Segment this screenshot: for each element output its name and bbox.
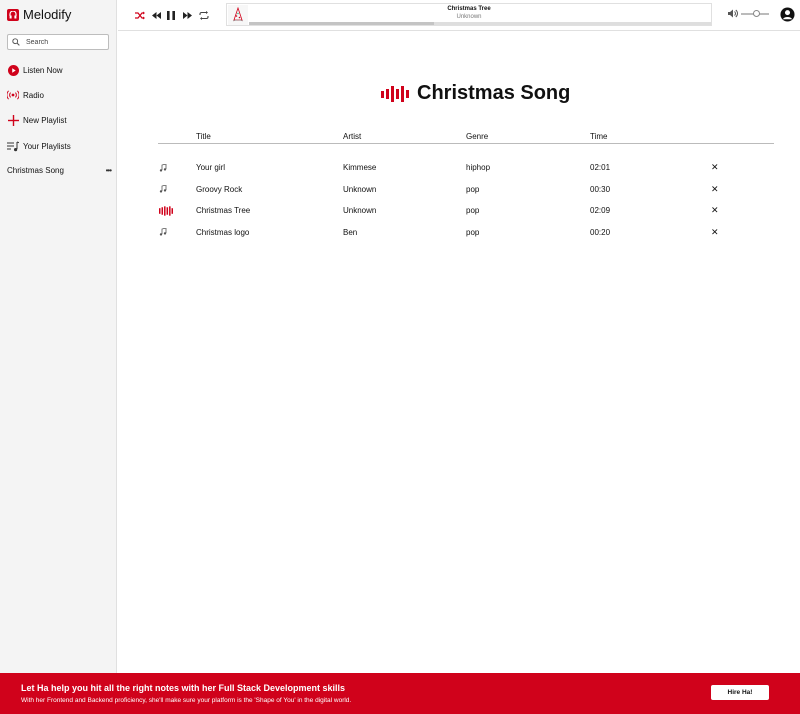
sidebar-item-listen-now[interactable]: Listen Now	[7, 64, 63, 76]
column-artist[interactable]: Artist	[343, 132, 361, 141]
sidebar-item-label: Listen Now	[23, 65, 63, 75]
songs-table: Title Artist Genre Time Your girl Kimmes…	[158, 131, 774, 243]
song-title: Your girl	[196, 163, 226, 172]
sidebar-item-new-playlist[interactable]: New Playlist	[7, 114, 67, 126]
delete-icon[interactable]: ✕	[711, 227, 719, 238]
volume-control	[728, 9, 769, 18]
hire-button[interactable]: Hire Ha!	[711, 685, 769, 700]
table-row[interactable]: Christmas Tree Unknown pop 02:09 ✕	[158, 200, 774, 222]
search-box	[7, 34, 109, 50]
search-input[interactable]	[26, 38, 106, 46]
sidebar-item-label: Radio	[23, 90, 44, 100]
page-title: Christmas Song	[417, 82, 571, 104]
playlist-icon	[7, 140, 19, 152]
song-artist: Kimmese	[343, 163, 377, 172]
song-title: Groovy Rock	[196, 184, 243, 194]
now-playing[interactable]: Christmas Tree Unknown	[226, 3, 712, 26]
song-genre: hiphop	[466, 163, 491, 172]
column-genre[interactable]: Genre	[466, 132, 488, 141]
equalizer-icon	[159, 205, 173, 216]
song-time: 00:30	[590, 184, 611, 194]
now-playing-title: Christmas Tree	[447, 6, 491, 12]
sidebar-item-label: Your Playlists	[23, 141, 71, 151]
now-playing-artist: Unknown	[456, 14, 482, 20]
volume-icon[interactable]	[728, 9, 738, 18]
sidebar-item-label: New Playlist	[23, 115, 67, 125]
song-genre: pop	[466, 184, 480, 194]
music-note-icon	[159, 184, 173, 195]
playlist-label: Christmas Song	[7, 166, 64, 175]
search-icon	[12, 38, 20, 46]
delete-icon[interactable]: ✕	[711, 162, 719, 173]
progress-bar[interactable]	[249, 22, 711, 25]
delete-icon[interactable]: ✕	[711, 184, 719, 195]
avatar[interactable]	[780, 7, 795, 22]
page-title-row: Christmas Song	[381, 82, 570, 105]
table-row[interactable]: Groovy Rock Unknown pop 00:30 ✕	[158, 179, 774, 201]
music-note-icon	[159, 227, 173, 238]
repeat-icon[interactable]	[198, 9, 210, 21]
song-time: 00:20	[590, 227, 611, 237]
progress-fill	[249, 22, 434, 25]
sidebar-item-radio[interactable]: Radio	[7, 89, 44, 101]
song-artist: Unknown	[343, 206, 377, 215]
song-time: 02:01	[590, 163, 611, 172]
fast-forward-icon[interactable]	[181, 9, 193, 21]
plus-icon	[7, 114, 19, 126]
music-note-icon	[159, 162, 173, 173]
table-row[interactable]: Your girl Kimmese hiphop 02:01 ✕	[158, 157, 774, 179]
volume-slider-thumb[interactable]	[752, 9, 760, 17]
volume-slider[interactable]	[741, 9, 769, 17]
table-row[interactable]: Christmas logo Ben pop 00:20 ✕	[158, 222, 774, 244]
brand[interactable]: Melodify	[7, 7, 71, 22]
table-header: Title Artist Genre Time	[158, 131, 774, 144]
pause-icon[interactable]	[165, 9, 177, 21]
song-artist: Unknown	[343, 184, 377, 194]
shuffle-icon[interactable]	[134, 9, 146, 21]
song-title: Christmas Tree	[196, 206, 251, 215]
sidebar-item-your-playlists[interactable]: Your Playlists	[7, 140, 71, 152]
brand-name: Melodify	[23, 7, 72, 22]
song-artist: Ben	[343, 227, 358, 237]
banner-subtitle: With her Frontend and Backend proficienc…	[21, 697, 352, 704]
equalizer-icon	[381, 85, 409, 102]
rewind-icon[interactable]	[150, 9, 162, 21]
sidebar-playlist-christmas-song[interactable]: Christmas Song •••	[7, 166, 112, 175]
radio-icon	[7, 89, 19, 101]
promo-banner: Let Ha help you hit all the right notes …	[0, 673, 800, 714]
sidebar: Melodify Listen Now Radio New Playlist	[0, 0, 117, 673]
player-bar: Christmas Tree Unknown	[118, 0, 800, 31]
app-root: Melodify Listen Now Radio New Playlist	[0, 0, 800, 714]
play-circle-icon	[7, 64, 19, 76]
song-genre: pop	[466, 227, 480, 237]
song-genre: pop	[466, 206, 480, 215]
column-title[interactable]: Title	[196, 132, 211, 141]
table-body: Your girl Kimmese hiphop 02:01 ✕ Groovy …	[158, 144, 774, 243]
song-title: Christmas logo	[196, 227, 250, 237]
delete-icon[interactable]: ✕	[711, 205, 719, 216]
song-time: 02:09	[590, 206, 611, 215]
banner-title: Let Ha help you hit all the right notes …	[21, 683, 346, 693]
column-time[interactable]: Time	[590, 132, 607, 141]
melodify-logo-icon	[7, 8, 19, 21]
more-icon[interactable]: •••	[106, 166, 112, 175]
